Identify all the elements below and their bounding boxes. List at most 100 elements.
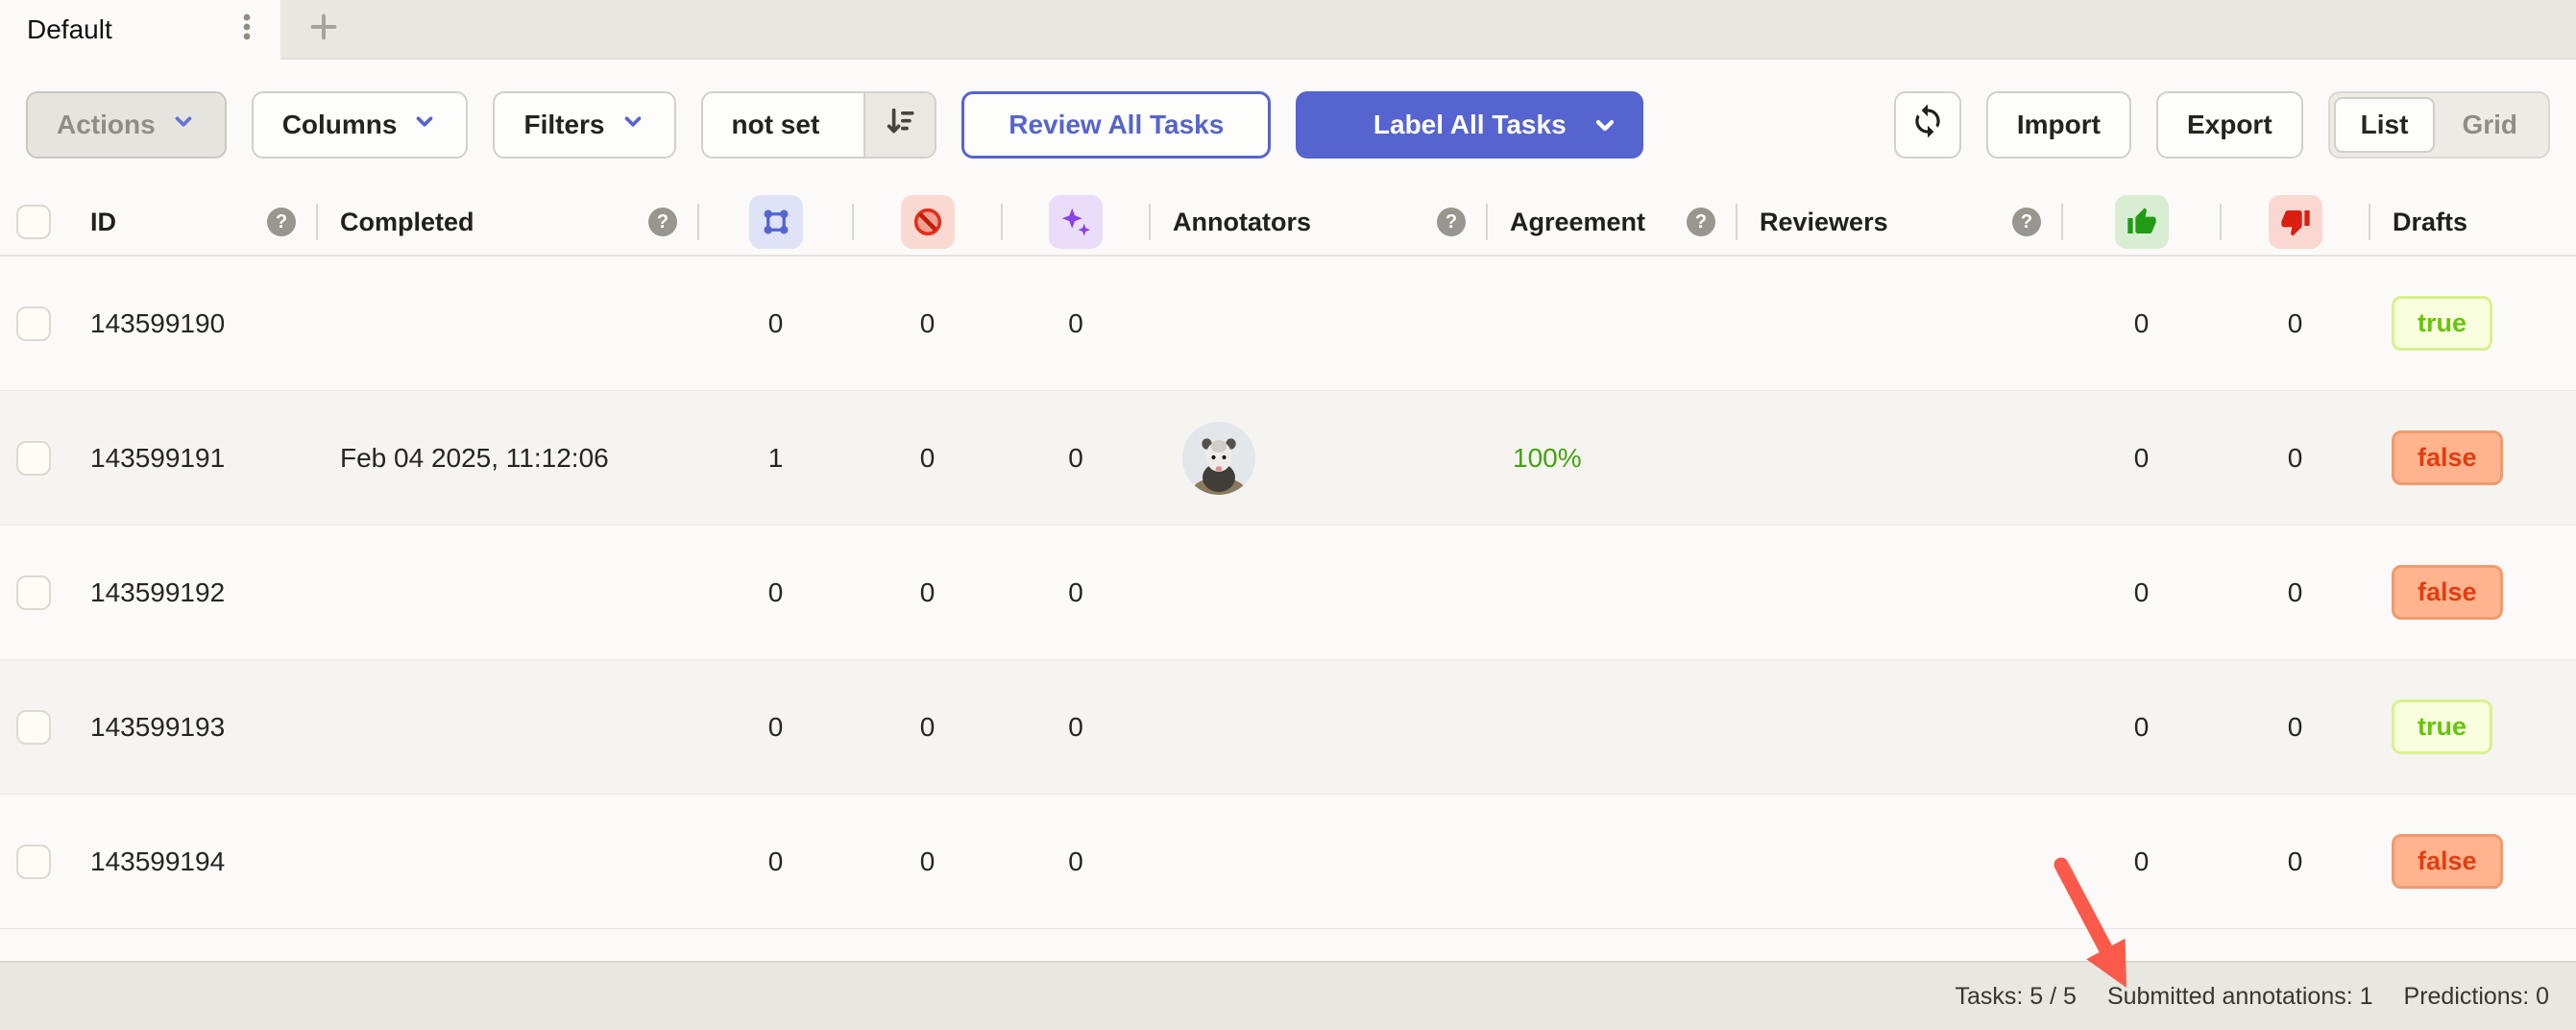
select-all-checkbox[interactable]: [16, 205, 51, 239]
column-header-predictions[interactable]: [1002, 189, 1150, 255]
ordering-value: not set: [732, 110, 820, 140]
cell-id: 143599194: [74, 846, 317, 877]
filters-button[interactable]: Filters: [493, 91, 675, 159]
cell-completed: Feb 04 2025, 11:12:06: [317, 443, 698, 474]
table-header: ID ? Completed ? Annotators ? Agreement …: [0, 189, 2576, 257]
cell-predictions-count: 0: [1002, 577, 1150, 608]
cell-annotators: [1150, 422, 1487, 495]
help-icon[interactable]: ?: [2012, 208, 2041, 236]
toolbar: Actions Columns Filters not set Review A…: [0, 60, 2576, 189]
table-row[interactable]: 143599194 0 0 0 0 0 false: [0, 795, 2576, 929]
row-checkbox[interactable]: [16, 307, 51, 341]
table-row[interactable]: 143599192 0 0 0 0 0 false: [0, 526, 2576, 660]
row-checkbox[interactable]: [16, 441, 51, 476]
tab-strip: Default: [0, 0, 2576, 60]
tab-default-label: Default: [27, 14, 112, 45]
cell-predictions-count: 0: [1002, 846, 1150, 877]
thumbs-up-icon: [2115, 195, 2169, 249]
column-header-agreement[interactable]: Agreement ?: [1487, 189, 1737, 255]
export-label: Export: [2187, 110, 2272, 140]
cell-accepted-count: 0: [2062, 443, 2221, 474]
refresh-button[interactable]: [1894, 91, 1961, 159]
cell-accepted-count: 0: [2062, 308, 2221, 339]
import-button[interactable]: Import: [1986, 91, 2131, 159]
columns-button[interactable]: Columns: [252, 91, 469, 159]
column-label-agreement: Agreement: [1510, 208, 1645, 237]
column-label-drafts: Drafts: [2393, 208, 2467, 237]
help-icon[interactable]: ?: [267, 208, 296, 236]
refresh-sync-icon: [1909, 103, 1946, 146]
help-icon[interactable]: ?: [1437, 208, 1466, 236]
column-header-completed[interactable]: Completed ?: [317, 189, 698, 255]
column-header-annotators[interactable]: Annotators ?: [1150, 189, 1487, 255]
chevron-down-icon: [620, 109, 645, 140]
column-header-rejected[interactable]: [2221, 189, 2369, 255]
sort-direction-button[interactable]: [863, 93, 935, 157]
view-toggle-list[interactable]: List: [2334, 97, 2436, 153]
column-header-reviewers[interactable]: Reviewers ?: [1737, 189, 2062, 255]
cell-predictions-count: 0: [1002, 308, 1150, 339]
sort-descending-icon: [884, 105, 916, 144]
skipped-annotations-icon: [901, 195, 955, 249]
tab-strip-background: [280, 0, 2576, 60]
annotator-avatar-opossum: [1182, 422, 1255, 495]
column-header-skipped[interactable]: [853, 189, 1002, 255]
cell-agreement: 100%: [1487, 443, 1737, 474]
grid-label: Grid: [2462, 110, 2517, 139]
submitted-annotations-count: Submitted annotations: 1: [2107, 983, 2373, 1011]
actions-button[interactable]: Actions: [26, 91, 227, 159]
column-label-id: ID: [90, 208, 116, 237]
cell-annotations-count: 1: [698, 443, 853, 474]
table-row[interactable]: 143599193 0 0 0 0 0 true: [0, 660, 2576, 795]
column-header-accepted[interactable]: [2062, 189, 2221, 255]
cell-annotations-count: 0: [698, 577, 853, 608]
cell-skipped-count: 0: [853, 846, 1002, 877]
cell-rejected-count: 0: [2221, 443, 2369, 474]
cell-id: 143599190: [74, 308, 317, 339]
predictions-sparkles-icon: [1049, 195, 1103, 249]
columns-label: Columns: [282, 110, 398, 140]
column-header-annotation-results[interactable]: [698, 189, 853, 255]
tab-default[interactable]: Default: [0, 0, 280, 60]
cell-predictions-count: 0: [1002, 443, 1150, 474]
table-row[interactable]: 143599191 Feb 04 2025, 11:12:06 1 0 0: [0, 391, 2576, 526]
cell-accepted-count: 0: [2062, 577, 2221, 608]
drafts-badge: true: [2392, 296, 2492, 351]
status-bar: Tasks: 5 / 5 Submitted annotations: 1 Pr…: [0, 961, 2576, 1030]
review-all-tasks-label: Review All Tasks: [1009, 110, 1224, 140]
view-toggle-grid[interactable]: Grid: [2435, 110, 2544, 140]
column-label-completed: Completed: [340, 208, 474, 237]
cell-annotations-count: 0: [698, 846, 853, 877]
chevron-down-icon[interactable]: [1592, 91, 1618, 159]
column-header-drafts[interactable]: Drafts: [2369, 189, 2576, 255]
drafts-badge: true: [2392, 699, 2492, 754]
export-button[interactable]: Export: [2156, 91, 2303, 159]
column-header-id[interactable]: ID ?: [74, 189, 317, 255]
label-all-tasks-button[interactable]: Label All Tasks: [1296, 91, 1643, 159]
drafts-badge: false: [2392, 565, 2503, 620]
thumbs-down-icon: [2269, 195, 2322, 249]
cell-predictions-count: 0: [1002, 712, 1150, 743]
cell-accepted-count: 0: [2062, 712, 2221, 743]
ordering-control: not set: [701, 91, 937, 159]
add-tab-button[interactable]: [288, 11, 359, 48]
task-table-body: 143599190 0 0 0 0 0 true 143599191 Feb 0…: [0, 257, 2576, 929]
cell-skipped-count: 0: [853, 712, 1002, 743]
table-row[interactable]: 143599190 0 0 0 0 0 true: [0, 257, 2576, 391]
row-checkbox[interactable]: [16, 710, 51, 745]
cell-rejected-count: 0: [2221, 712, 2369, 743]
column-label-reviewers: Reviewers: [1760, 208, 1888, 237]
row-checkbox[interactable]: [16, 845, 51, 879]
row-checkbox[interactable]: [16, 576, 51, 610]
review-all-tasks-button[interactable]: Review All Tasks: [961, 91, 1271, 159]
cell-id: 143599191: [74, 443, 317, 474]
annotation-results-icon: [749, 195, 803, 249]
cell-skipped-count: 0: [853, 308, 1002, 339]
ordering-value-button[interactable]: not set: [703, 93, 849, 157]
cell-rejected-count: 0: [2221, 577, 2369, 608]
help-icon[interactable]: ?: [1687, 208, 1715, 236]
tab-menu-kebab-icon[interactable]: [234, 11, 259, 50]
chevron-down-icon: [171, 109, 196, 140]
help-icon[interactable]: ?: [648, 208, 677, 236]
cell-id: 143599192: [74, 577, 317, 608]
